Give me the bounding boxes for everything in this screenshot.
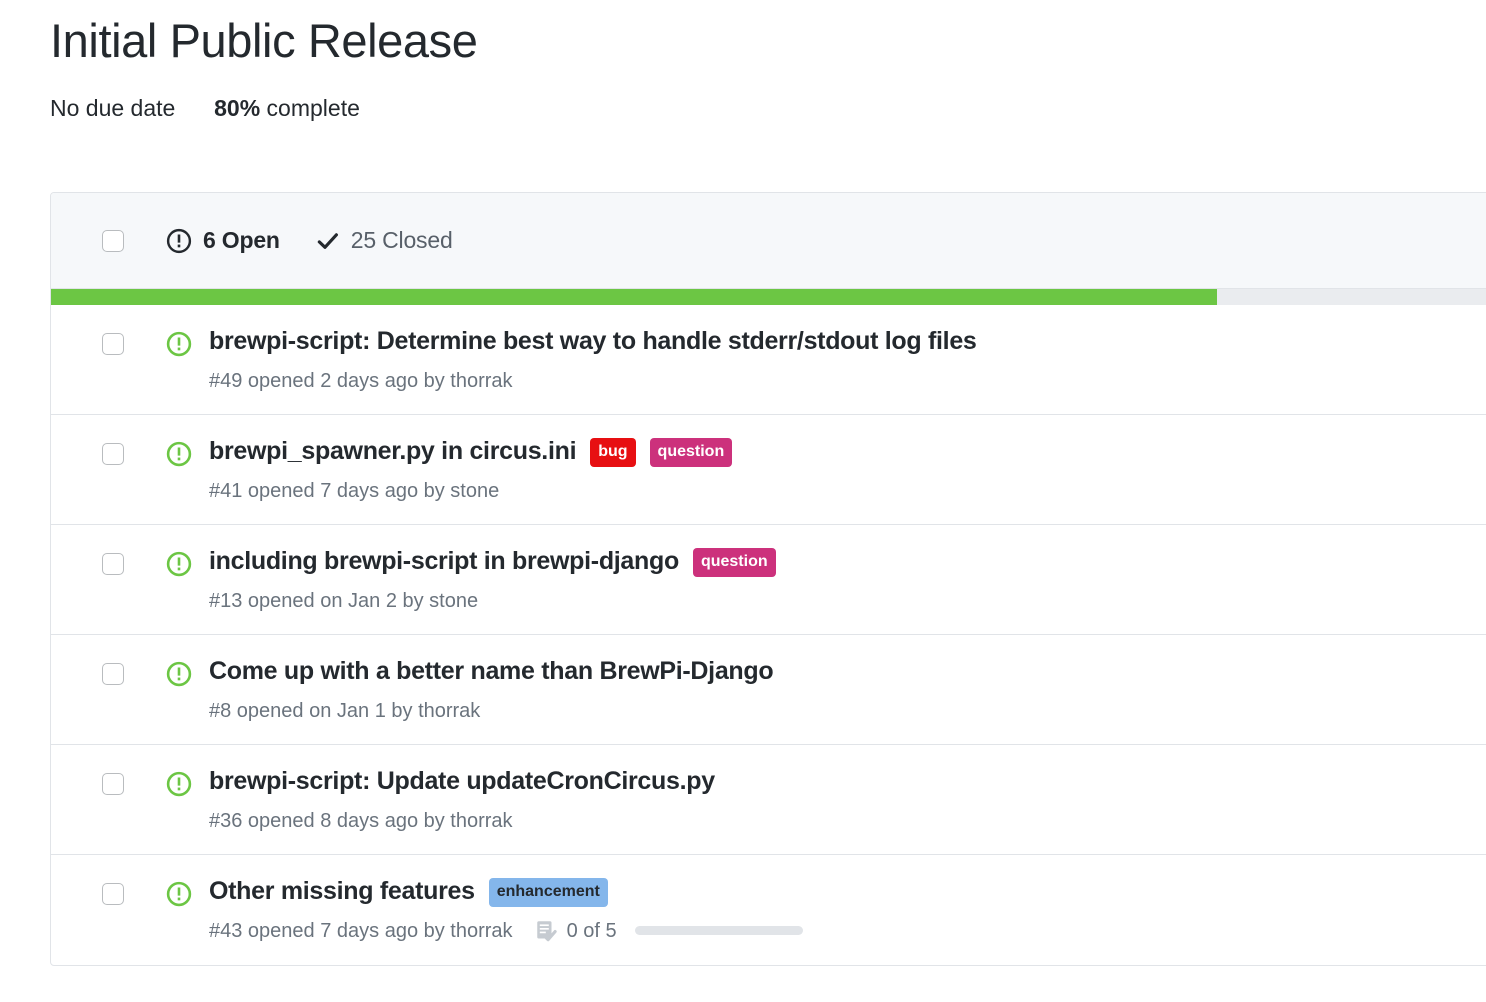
open-issues-filter[interactable]: 6 Open: [166, 227, 280, 254]
issue-title-link[interactable]: Other missing features: [209, 877, 475, 907]
issue-rows: brewpi-script: Determine best way to han…: [51, 305, 1486, 965]
task-count-label: 0 of 5: [566, 919, 617, 942]
issue-list-header: 6 Open 25 Closed: [51, 193, 1486, 289]
issue-body: brewpi-script: Determine best way to han…: [209, 327, 1486, 393]
issue-row[interactable]: brewpi-script: Update updateCronCircus.p…: [51, 745, 1486, 855]
issue-row[interactable]: including brewpi-script in brewpi-django…: [51, 525, 1486, 635]
issue-body: Come up with a better name than BrewPi-D…: [209, 657, 1486, 723]
tasklist-icon: [535, 919, 559, 943]
issue-title-link[interactable]: brewpi_spawner.py in circus.ini: [209, 437, 577, 467]
issue-body: including brewpi-script in brewpi-django…: [209, 547, 1486, 613]
issue-body: Other missing features enhancement #43 ope…: [209, 877, 1486, 943]
issue-label-enhancement[interactable]: enhancement: [488, 878, 608, 908]
issue-label-question[interactable]: question: [692, 548, 776, 578]
issue-opened-icon: [166, 331, 192, 357]
task-progress-bar: [634, 926, 803, 935]
issue-title-line: brewpi-script: Determine best way to han…: [209, 327, 1486, 357]
page-title: Initial Public Release: [50, 14, 478, 67]
issue-meta-text: #8 opened on Jan 1 by thorrak: [209, 699, 481, 722]
milestone-progress-fill: [51, 289, 1218, 305]
issue-meta-line: #36 opened 8 days ago by thorrak: [209, 809, 1486, 833]
milestone-page: Initial Public Release No due date 80% c…: [0, 0, 1486, 1002]
issue-opened-icon: [166, 228, 192, 254]
issue-title-line: Come up with a better name than BrewPi-D…: [209, 657, 1486, 687]
issue-label-question[interactable]: question: [649, 438, 733, 468]
closed-count-label: 25 Closed: [350, 227, 453, 253]
issue-meta-line: #8 opened on Jan 1 by thorrak: [209, 699, 1486, 723]
check-icon: [316, 229, 340, 253]
milestone-meta: No due date 80% complete: [50, 95, 1486, 123]
task-list-progress: 0 of 5: [535, 919, 803, 943]
issue-select-checkbox[interactable]: [102, 333, 124, 355]
issue-opened-icon: [166, 441, 192, 467]
issue-opened-icon: [166, 551, 192, 577]
issue-title-link[interactable]: brewpi-script: Determine best way to han…: [209, 327, 977, 357]
issue-row[interactable]: brewpi-script: Determine best way to han…: [51, 305, 1486, 415]
issue-meta-line: #41 opened 7 days ago by stone: [209, 479, 1486, 503]
issue-meta-text: #13 opened on Jan 2 by stone: [209, 589, 479, 612]
issue-row[interactable]: Other missing features enhancement #43 ope…: [51, 855, 1486, 965]
issue-opened-icon: [166, 771, 192, 797]
issue-opened-icon: [166, 881, 192, 907]
issue-body: brewpi_spawner.py in circus.ini bug questi…: [209, 437, 1486, 503]
issue-opened-icon: [166, 661, 192, 687]
milestone-progress-bar: [51, 289, 1486, 305]
issue-meta-line: #49 opened 2 days ago by thorrak: [209, 369, 1486, 393]
issue-select-checkbox[interactable]: [102, 883, 124, 905]
issue-title-link[interactable]: including brewpi-script in brewpi-django: [209, 547, 679, 577]
issue-meta-text: #36 opened 8 days ago by thorrak: [209, 809, 513, 832]
percent-complete-suffix: complete: [260, 95, 360, 122]
issue-meta-text: #43 opened 7 days ago by thorrak: [209, 919, 513, 942]
issue-title-link[interactable]: brewpi-script: Update updateCronCircus.p…: [209, 767, 715, 797]
select-all-checkbox[interactable]: [102, 229, 124, 252]
issue-row[interactable]: brewpi_spawner.py in circus.ini bug questi…: [51, 415, 1486, 525]
issue-meta-line: #13 opened on Jan 2 by stone: [209, 589, 1486, 613]
issue-select-checkbox[interactable]: [102, 553, 124, 575]
issue-title-line: including brewpi-script in brewpi-django…: [209, 547, 1486, 578]
issue-meta-text: #49 opened 2 days ago by thorrak: [209, 369, 513, 392]
open-count-label: 6 Open: [203, 227, 280, 253]
issue-select-checkbox[interactable]: [102, 773, 124, 795]
milestone-header: Initial Public Release No due date 80% c…: [0, 0, 1486, 123]
issue-meta-text: #41 opened 7 days ago by stone: [209, 479, 500, 502]
percent-complete-value: 80%: [214, 95, 261, 122]
issue-body: brewpi-script: Update updateCronCircus.p…: [209, 767, 1486, 833]
issue-title-line: brewpi_spawner.py in circus.ini bug questi…: [209, 437, 1486, 468]
issue-row[interactable]: Come up with a better name than BrewPi-D…: [51, 635, 1486, 745]
issue-title-link[interactable]: Come up with a better name than BrewPi-D…: [209, 657, 774, 687]
issue-title-line: Other missing features enhancement: [209, 877, 1486, 908]
due-date-text: No due date: [50, 95, 176, 122]
issue-meta-line: #43 opened 7 days ago by thorrak 0 of 5: [209, 919, 1486, 943]
issue-label-bug[interactable]: bug: [590, 438, 636, 468]
issue-select-checkbox[interactable]: [102, 663, 124, 685]
closed-issues-filter[interactable]: 25 Closed: [316, 227, 453, 254]
issue-list-container: 6 Open 25 Closed brewpi-script: Determin…: [50, 192, 1486, 966]
issue-title-line: brewpi-script: Update updateCronCircus.p…: [209, 767, 1486, 797]
issue-select-checkbox[interactable]: [102, 443, 124, 465]
